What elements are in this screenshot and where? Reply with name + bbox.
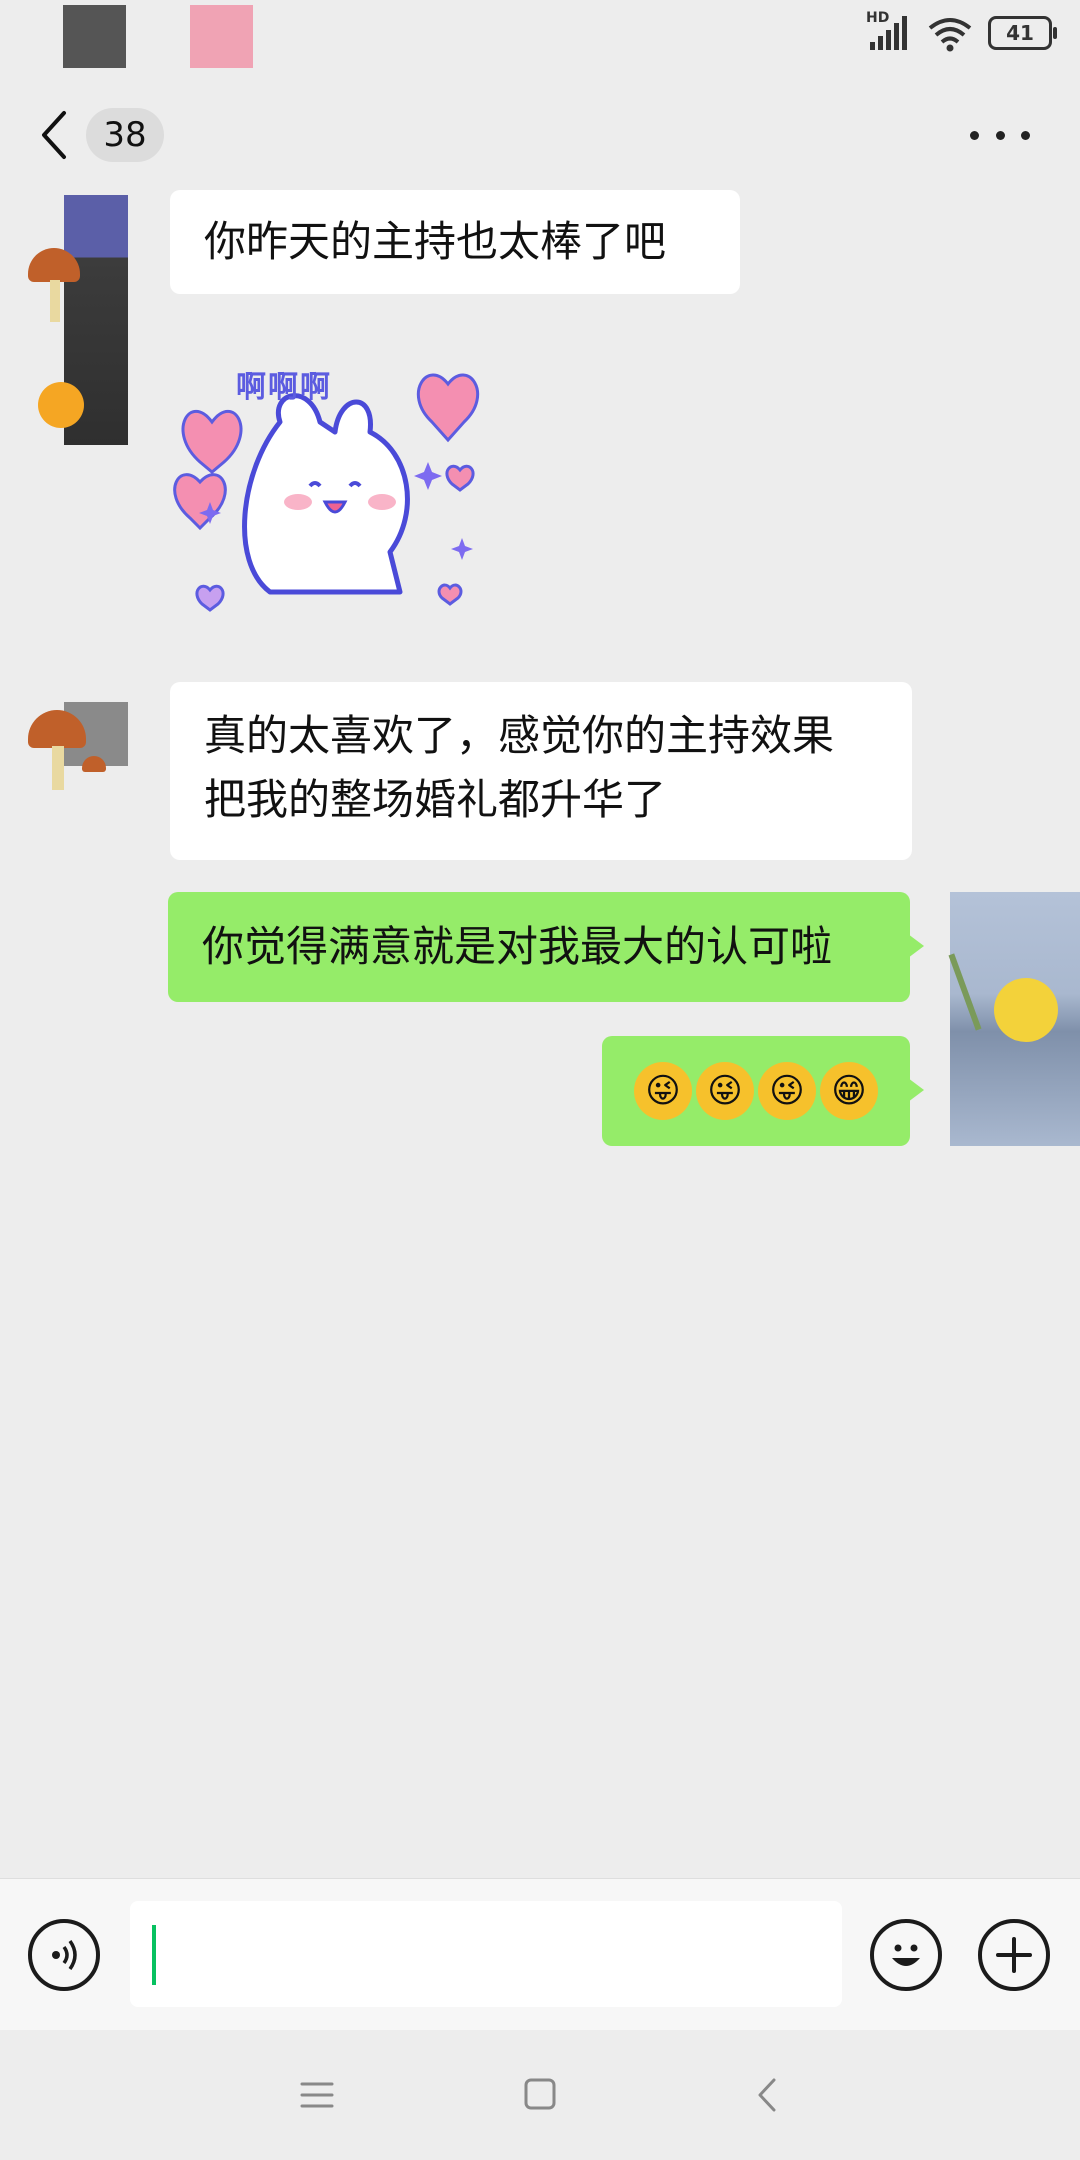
contact-avatar[interactable] <box>28 700 128 800</box>
contact-avatar[interactable] <box>28 190 128 450</box>
mushroom-stem-decoration <box>52 746 64 790</box>
more-functions-button[interactable] <box>978 1919 1050 1991</box>
bunny-sticker-icon <box>173 373 479 612</box>
sticker-caption: 啊啊啊 <box>236 370 332 405</box>
more-dot <box>995 130 1005 140</box>
tongue-out-emoji-icon: 😜 <box>696 1062 754 1120</box>
wifi-icon <box>928 18 972 52</box>
home-icon[interactable] <box>522 2076 558 2112</box>
system-navigation-bar <box>0 2030 1080 2160</box>
my-avatar[interactable] <box>948 892 1080 1146</box>
plus-icon <box>996 1937 1032 1973</box>
input-bar <box>0 1878 1080 2031</box>
chevron-left-icon <box>42 111 66 159</box>
more-options-button[interactable] <box>970 109 1030 161</box>
menu-icon[interactable] <box>298 2078 336 2112</box>
more-dot <box>970 130 979 140</box>
status-indicators: HD 41 <box>866 10 1057 54</box>
message-bubble-incoming[interactable]: 真的太喜欢了，感觉你的主持效果 把我的整场婚礼都升华了 <box>170 682 912 860</box>
message-bubble-outgoing[interactable]: 你觉得满意就是对我最大的认可啦 <box>168 892 924 1002</box>
message-text: 你觉得满意就是对我最大的认可啦 <box>202 922 833 971</box>
unread-count-badge: 38 <box>86 108 164 162</box>
flower-decoration-icon <box>994 978 1058 1042</box>
back-nav-icon[interactable] <box>752 2076 782 2114</box>
back-button[interactable] <box>36 109 76 161</box>
smiley-icon <box>892 1944 920 1966</box>
battery-level: 41 <box>1006 21 1034 45</box>
chat-header: 38 <box>0 85 1080 185</box>
notification-icon <box>63 5 126 68</box>
tongue-out-emoji-icon: 😜 <box>758 1062 816 1120</box>
status-bar: HD 41 <box>0 0 1080 70</box>
emoji-button[interactable] <box>870 1919 942 1991</box>
mushroom-stem-decoration <box>50 280 60 322</box>
bunny-sticker[interactable]: 啊啊啊 <box>170 352 500 620</box>
battery-icon: 41 <box>988 16 1057 50</box>
message-bubble-incoming[interactable]: 你昨天的主持也太棒了吧 <box>170 190 740 294</box>
message-bubble-outgoing[interactable]: 😜 😜 😜 😁 <box>602 1036 924 1146</box>
more-dot <box>1021 130 1030 140</box>
text-cursor <box>152 1925 156 1985</box>
voice-button[interactable] <box>28 1919 100 1991</box>
notification-icon <box>190 5 253 68</box>
signal-icon: HD <box>866 10 912 52</box>
message-input[interactable] <box>130 1901 842 2007</box>
flower-decoration-icon <box>38 382 84 428</box>
message-text: 你昨天的主持也太棒了吧 <box>204 217 667 266</box>
voice-icon <box>52 1939 77 1971</box>
grin-emoji-icon: 😁 <box>820 1062 878 1120</box>
message-text-line: 把我的整场婚礼都升华了 <box>204 775 667 824</box>
tongue-out-emoji-icon: 😜 <box>634 1062 692 1120</box>
message-text-line: 真的太喜欢了，感觉你的主持效果 <box>204 711 835 760</box>
